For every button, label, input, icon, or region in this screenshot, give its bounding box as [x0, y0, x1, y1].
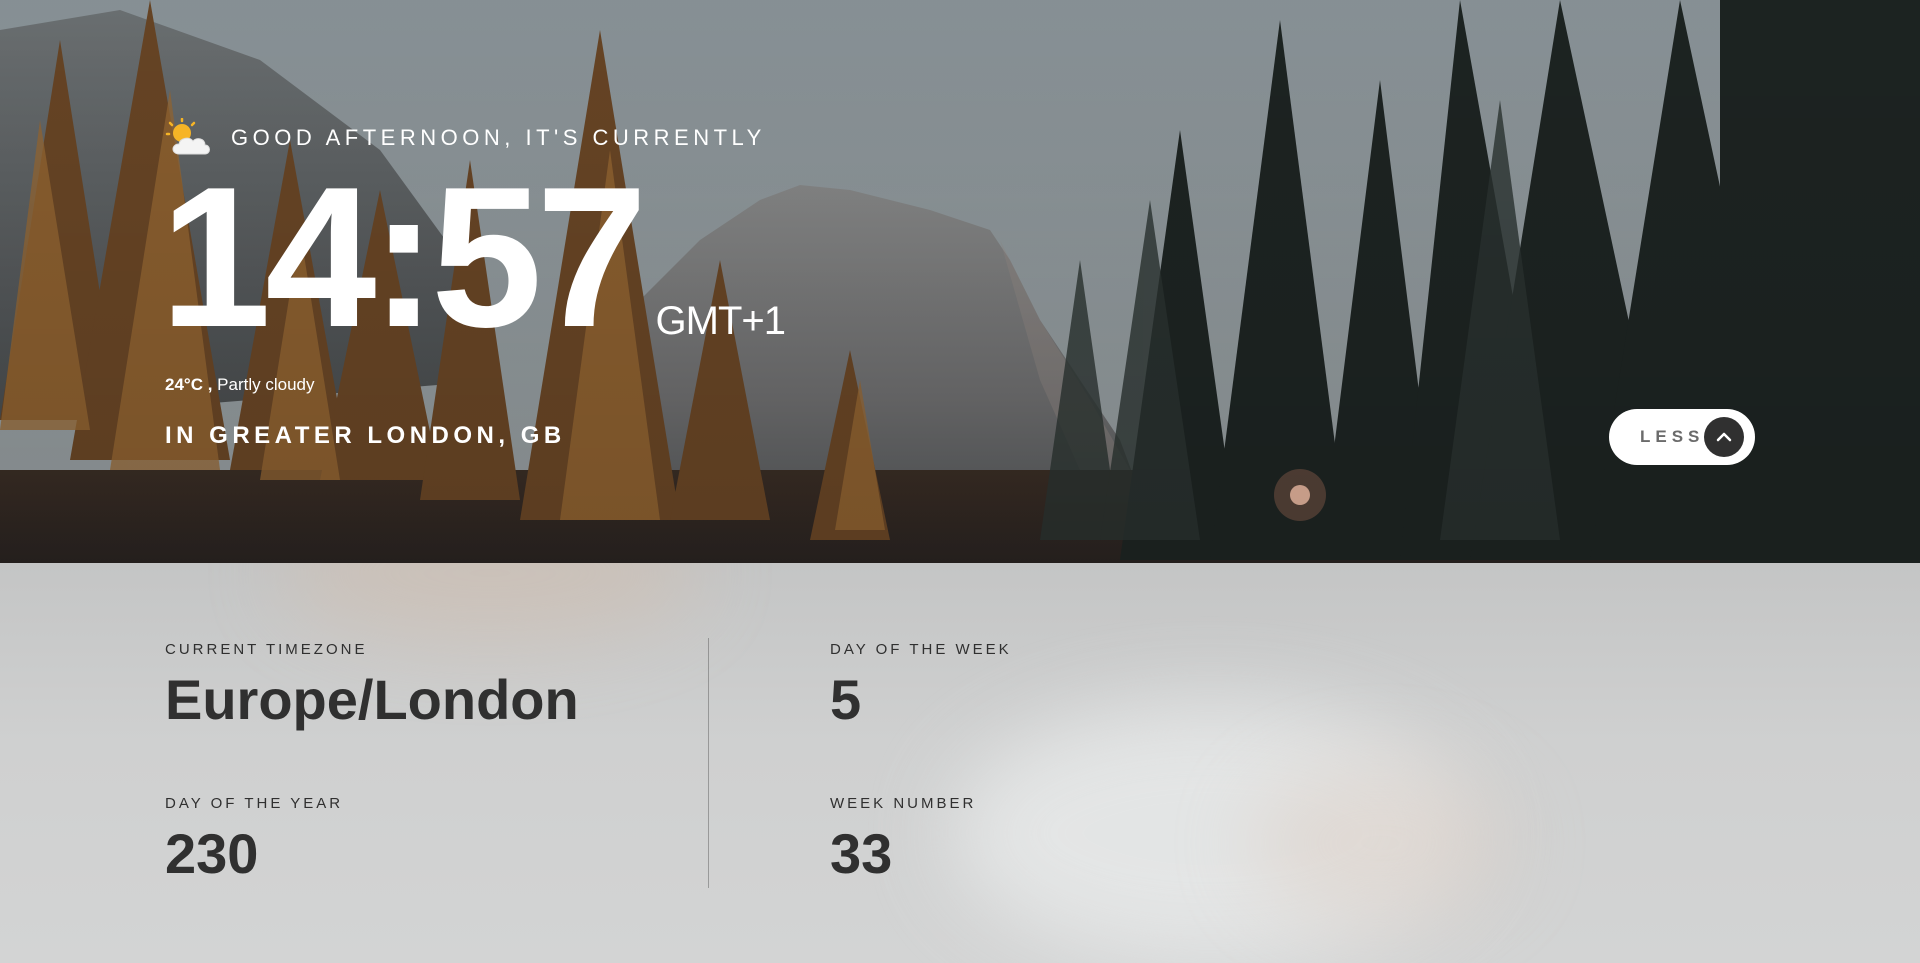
clock-app-page: GOOD AFTERNOON, IT'S CURRENTLY 14:57 GMT…	[0, 0, 1920, 963]
weather-summary: 24°C , Partly cloudy	[165, 375, 315, 395]
weather-separator: ,	[202, 375, 213, 394]
day-of-year-value: 230	[165, 822, 259, 885]
weather-condition: Partly cloudy	[217, 375, 315, 394]
day-of-week-info: DAY OF THE WEEK 5	[830, 641, 1012, 732]
current-timezone-label: CURRENT TIMEZONE	[165, 641, 368, 658]
clock: 14:57 GMT+1	[160, 146, 786, 369]
day-of-year-info: DAY OF THE YEAR 230	[165, 795, 343, 886]
current-time: 14:57	[160, 146, 648, 369]
details-panel	[0, 563, 1920, 963]
timezone-abbreviation: GMT+1	[655, 299, 786, 343]
day-of-year-label: DAY OF THE YEAR	[165, 795, 344, 812]
day-of-week-value: 5	[830, 668, 862, 731]
less-button-label: LESS	[1640, 427, 1705, 446]
week-number-label: WEEK NUMBER	[830, 795, 977, 812]
current-timezone-value: Europe/London	[165, 668, 579, 731]
current-timezone-info: CURRENT TIMEZONE Europe/London	[165, 641, 579, 732]
details-divider	[708, 638, 709, 888]
chevron-up-icon[interactable]	[1704, 417, 1744, 457]
week-number-info: WEEK NUMBER 33	[830, 795, 976, 886]
temperature: 24°C	[165, 375, 203, 394]
less-button[interactable]: LESS	[1609, 409, 1755, 465]
day-of-week-label: DAY OF THE WEEK	[830, 641, 1012, 658]
week-number-value: 33	[830, 822, 893, 885]
location: IN GREATER LONDON, GB	[165, 422, 566, 449]
